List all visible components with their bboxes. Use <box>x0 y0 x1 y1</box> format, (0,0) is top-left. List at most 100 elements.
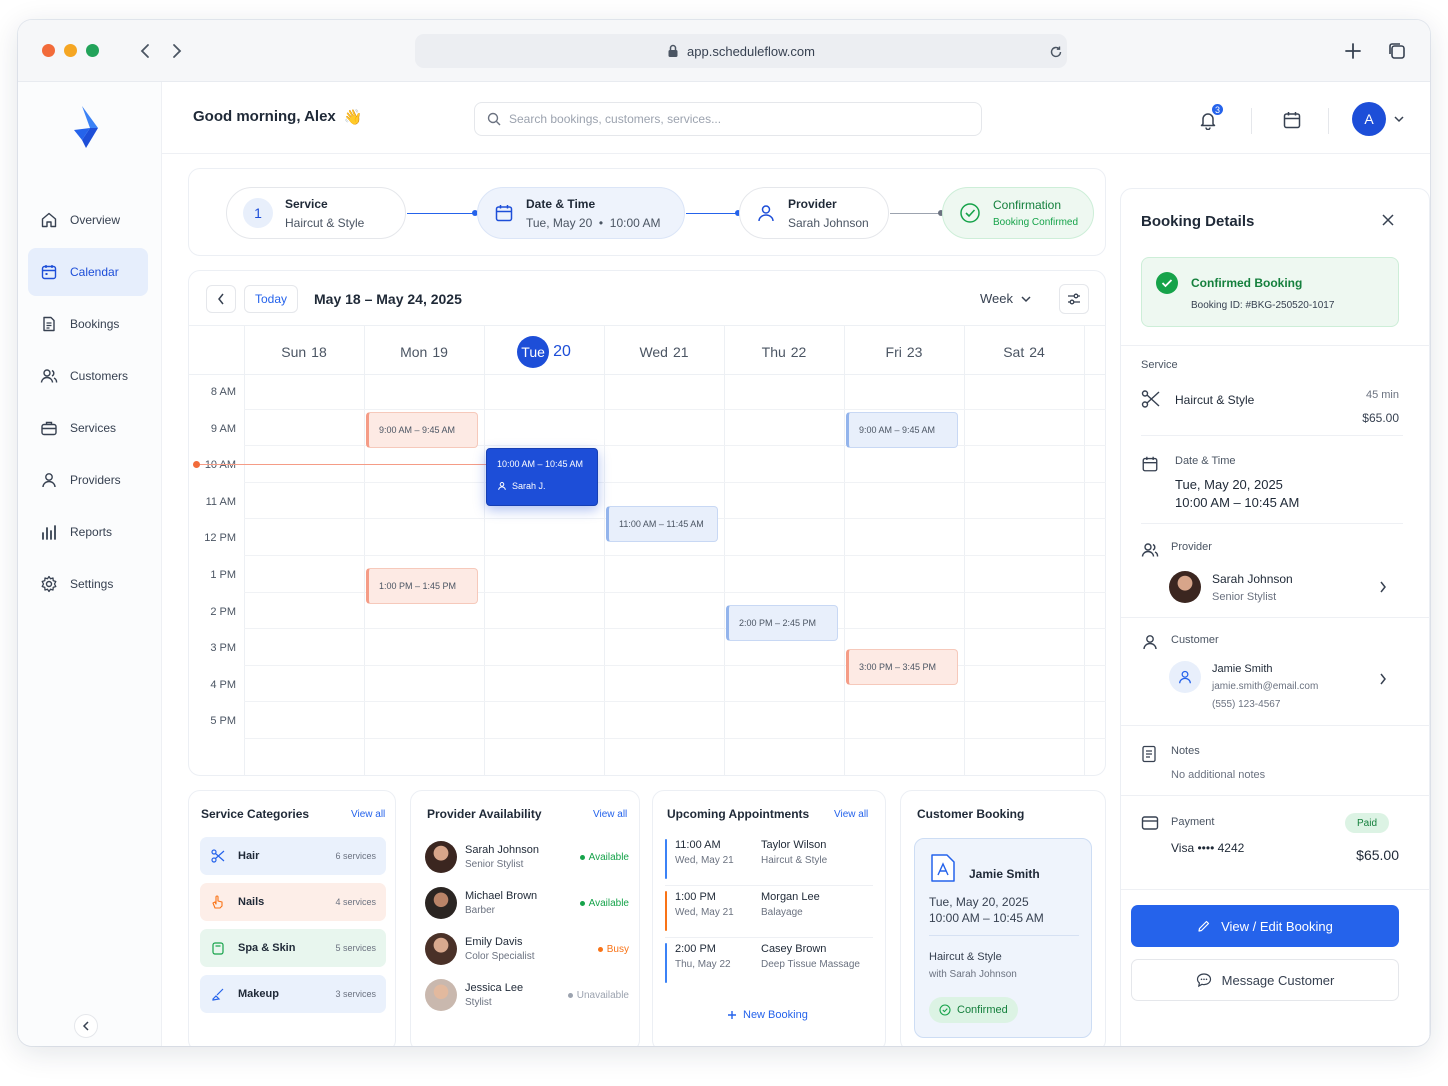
appointment-block[interactable]: 2:00 PM – 2:45 PM <box>726 605 838 641</box>
forward-icon[interactable] <box>166 40 188 62</box>
provider-role: Senior Stylist <box>1212 591 1277 603</box>
provider-availability-panel: Provider Availability View all Sarah Joh… <box>410 790 640 1046</box>
prev-week-button[interactable] <box>206 285 236 313</box>
collapse-sidebar-button[interactable] <box>74 1014 98 1038</box>
day-name: Wed <box>639 344 668 360</box>
divider <box>1121 345 1430 346</box>
provider-row[interactable]: Emily Davis Color Specialist Busy <box>425 929 629 969</box>
selected-appointment[interactable]: 10:00 AM – 10:45 AM Sarah J. <box>486 448 598 506</box>
booking-time: 10:00 AM – 10:45 AM <box>1175 495 1300 510</box>
calendar-icon <box>1141 455 1161 475</box>
notifications-button[interactable]: 3 <box>1198 102 1225 132</box>
reload-icon[interactable] <box>1045 41 1067 63</box>
provider-row[interactable]: Sarah Johnson Senior Stylist <box>1169 569 1395 605</box>
appointment-provider: Sarah J. <box>497 481 597 491</box>
category-name: Nails <box>238 896 265 908</box>
sidebar-item-bookings[interactable]: Bookings <box>28 300 148 348</box>
minimize-window-button[interactable] <box>64 44 77 57</box>
appointment-block[interactable]: 1:00 PM – 1:45 PM <box>366 568 478 604</box>
button-label: View / Edit Booking <box>1221 918 1333 934</box>
close-panel-button[interactable] <box>1381 213 1397 229</box>
close-window-button[interactable] <box>42 44 55 57</box>
sidebar-item-reports[interactable]: Reports <box>28 508 148 556</box>
new-tab-icon[interactable] <box>1342 40 1364 62</box>
view-edit-booking-button[interactable]: View / Edit Booking <box>1131 905 1399 947</box>
day-header[interactable]: Fri 23 <box>844 344 964 360</box>
appointment-block[interactable]: 9:00 AM – 9:45 AM <box>366 412 478 448</box>
appointment-row[interactable]: 1:00 PM Wed, May 21 Morgan Lee Balayage <box>665 891 871 933</box>
address-bar[interactable]: app.scheduleflow.com <box>415 34 1067 68</box>
customer-booking-card[interactable]: Jamie Smith Tue, May 20, 2025 10:00 AM –… <box>914 838 1092 1038</box>
day-column[interactable] <box>604 326 724 776</box>
provider-row[interactable]: Sarah Johnson Senior Stylist Available <box>425 837 629 877</box>
scissors-icon <box>210 848 226 864</box>
time-label: 1 PM <box>210 569 236 581</box>
service-price: $65.00 <box>1362 411 1399 425</box>
day-column[interactable] <box>964 326 1084 776</box>
category-makeup[interactable]: Makeup 3 services <box>200 975 386 1013</box>
appointment-date: Thu, May 22 <box>675 959 731 970</box>
day-column[interactable] <box>244 326 364 776</box>
sidebar-item-overview[interactable]: Overview <box>28 196 148 244</box>
panel-title: Booking Details <box>1141 213 1255 230</box>
customer-row[interactable]: Jamie Smith jamie.smith@email.com (555) … <box>1169 661 1395 713</box>
appointment-time: 11:00 AM <box>675 839 721 851</box>
step-confirmation[interactable]: Confirmation Booking Confirmed <box>942 187 1094 239</box>
sidebar-item-calendar[interactable]: Calendar <box>28 248 148 296</box>
day-header[interactable]: Mon 19 <box>364 344 484 360</box>
new-booking-link[interactable]: New Booking <box>727 1009 808 1021</box>
today-button[interactable]: Today <box>244 285 298 313</box>
appointment-block[interactable]: 9:00 AM – 9:45 AM <box>846 412 958 448</box>
sidebar: Overview Calendar Bookings Customers Ser… <box>18 82 162 1046</box>
day-header[interactable]: Wed 21 <box>604 344 724 360</box>
url-text: app.scheduleflow.com <box>687 43 815 59</box>
category-hair[interactable]: Hair 6 services <box>200 837 386 875</box>
appointment-block[interactable]: 11:00 AM – 11:45 AM <box>606 506 718 542</box>
user-menu[interactable]: A <box>1352 102 1404 136</box>
maximize-window-button[interactable] <box>86 44 99 57</box>
sidebar-item-customers[interactable]: Customers <box>28 352 148 400</box>
day-header[interactable]: Tue 20 <box>484 336 604 368</box>
category-spa-skin[interactable]: Spa & Skin 5 services <box>200 929 386 967</box>
time-label: 3 PM <box>210 642 236 655</box>
day-column[interactable] <box>484 326 604 776</box>
appointment-row[interactable]: 11:00 AM Wed, May 21 Taylor Wilson Haircut… <box>665 839 871 881</box>
day-column[interactable] <box>724 326 844 776</box>
avatar: A <box>1352 102 1386 136</box>
step-service[interactable]: 1 Service Haircut & Style <box>226 187 406 239</box>
filter-button[interactable] <box>1059 284 1089 314</box>
category-count: 4 services <box>335 897 376 907</box>
appointment-customer: Morgan Lee <box>761 891 820 903</box>
step-value: Haircut & Style <box>285 215 365 230</box>
view-all-link[interactable]: View all <box>593 809 627 820</box>
provider-row[interactable]: Jessica Lee Stylist Unavailable <box>425 975 629 1015</box>
appointment-time: 9:00 AM – 9:45 AM <box>379 425 456 435</box>
message-customer-button[interactable]: Message Customer <box>1131 959 1399 1001</box>
view-selector[interactable]: Week <box>980 291 1031 306</box>
day-column[interactable] <box>844 326 964 776</box>
appointment-row[interactable]: 2:00 PM Thu, May 22 Casey Brown Deep Tissu… <box>665 943 871 985</box>
sidebar-item-settings[interactable]: Settings <box>28 560 148 608</box>
category-nails[interactable]: Nails 4 services <box>200 883 386 921</box>
calendar-shortcut-button[interactable] <box>1282 110 1302 130</box>
appointment-customer: Taylor Wilson <box>761 839 827 851</box>
day-number: 20 <box>553 343 571 360</box>
step-provider[interactable]: Provider Sarah Johnson <box>739 187 889 239</box>
search-bar[interactable]: Search bookings, customers, services... <box>474 102 982 136</box>
day-header[interactable]: Sun 18 <box>244 344 364 360</box>
back-icon[interactable] <box>134 40 156 62</box>
day-header[interactable]: Thu 22 <box>724 344 844 360</box>
step-date-time[interactable]: Date & Time Tue, May 20 • 10:00 AM <box>477 187 685 239</box>
sidebar-item-providers[interactable]: Providers <box>28 456 148 504</box>
provider-row[interactable]: Michael Brown Barber Available <box>425 883 629 923</box>
view-all-link[interactable]: View all <box>351 809 385 820</box>
status-text: Confirmed <box>957 1004 1008 1016</box>
day-header[interactable]: Sat 24 <box>964 344 1084 360</box>
day-column[interactable] <box>364 326 484 776</box>
search-input[interactable]: Search bookings, customers, services... <box>509 112 721 126</box>
sidebar-item-label: Services <box>70 421 117 435</box>
tabs-overview-icon[interactable] <box>1386 40 1408 62</box>
sidebar-item-services[interactable]: Services <box>28 404 148 452</box>
view-all-link[interactable]: View all <box>834 809 868 820</box>
appointment-block[interactable]: 3:00 PM – 3:45 PM <box>846 649 958 685</box>
